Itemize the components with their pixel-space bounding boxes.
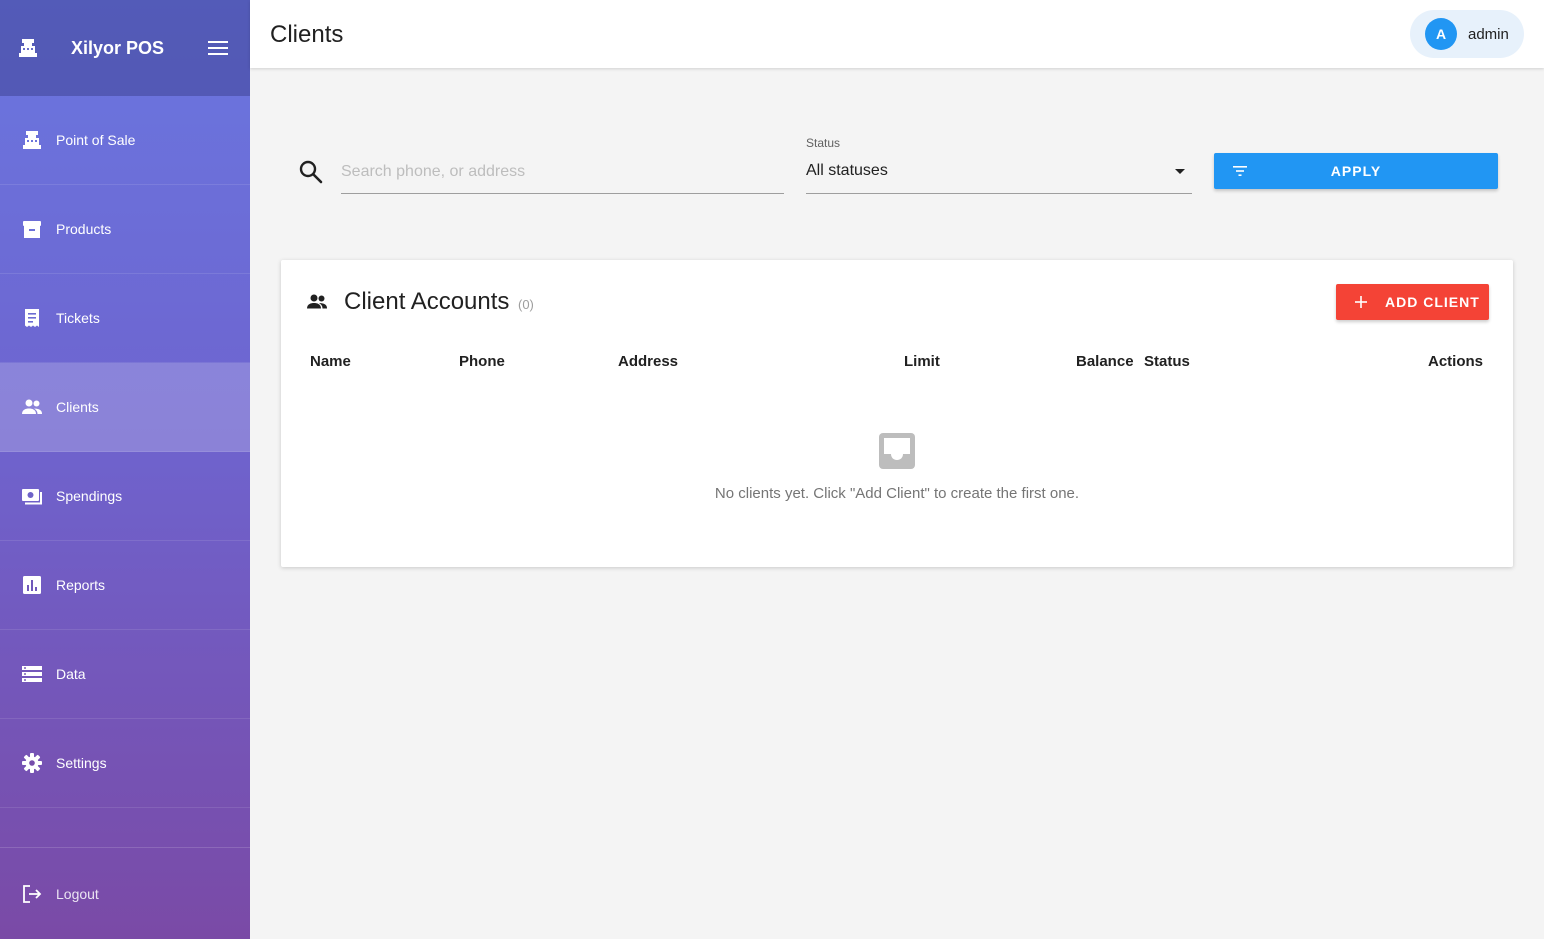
empty-state-message: No clients yet. Click "Add Client" to cr… <box>714 485 1080 502</box>
cash-register-icon <box>23 131 41 149</box>
card-title: Client Accounts <box>344 288 510 315</box>
search-field <box>341 150 784 194</box>
inbox-icon <box>879 433 915 469</box>
top-bar: Clients A admin <box>250 0 1544 68</box>
search-input[interactable] <box>341 150 784 192</box>
sidebar: Xilyor POS Point of Sale Products Ticket… <box>0 0 250 939</box>
sidebar-item-label: Tickets <box>56 310 100 326</box>
people-icon <box>22 399 42 414</box>
column-header-status[interactable]: Status <box>1144 353 1190 370</box>
gear-icon <box>22 753 42 773</box>
bar-chart-icon <box>23 576 41 594</box>
logout-label: Logout <box>56 885 99 902</box>
sidebar-item-settings[interactable]: Settings <box>0 719 250 808</box>
status-filter-select[interactable]: Status All statuses <box>806 134 1192 194</box>
filter-icon <box>1233 166 1247 176</box>
sidebar-item-label: Clients <box>56 399 99 415</box>
archive-box-icon <box>23 221 41 238</box>
sidebar-item-spendings[interactable]: Spendings <box>0 452 250 541</box>
sidebar-item-tickets[interactable]: Tickets <box>0 274 250 363</box>
people-icon <box>307 294 327 309</box>
page-title: Clients <box>270 21 344 48</box>
client-accounts-card: Client Accounts (0) ADD CLIENT Name Phon… <box>281 260 1513 567</box>
storage-icon <box>22 666 42 682</box>
logout-icon <box>23 884 42 903</box>
search-icon <box>299 160 323 184</box>
column-header-limit[interactable]: Limit <box>904 353 940 370</box>
sidebar-item-label: Reports <box>56 577 106 593</box>
sidebar-item-point-of-sale[interactable]: Point of Sale <box>0 96 250 185</box>
receipt-icon <box>25 309 39 327</box>
apply-label: APPLY <box>1330 163 1382 179</box>
add-client-button[interactable]: ADD CLIENT <box>1336 284 1489 320</box>
apply-filters-button[interactable]: APPLY <box>1214 153 1498 189</box>
plus-icon <box>1355 296 1367 308</box>
status-filter-value: All statuses <box>806 162 888 179</box>
column-header-address[interactable]: Address <box>618 353 678 370</box>
sidebar-item-label: Products <box>56 221 112 237</box>
client-count: (0) <box>518 297 534 312</box>
sidebar-item-products[interactable]: Products <box>0 185 250 274</box>
money-icon <box>22 489 42 505</box>
add-client-label: ADD CLIENT <box>1385 294 1480 310</box>
logout-button[interactable]: Logout <box>0 847 250 939</box>
sidebar-item-label: Point of Sale <box>56 132 136 148</box>
column-header-actions: Actions <box>1428 353 1484 370</box>
user-menu[interactable]: A admin <box>1410 10 1524 58</box>
column-header-balance[interactable]: Balance <box>1076 353 1134 370</box>
sidebar-item-reports[interactable]: Reports <box>0 541 250 630</box>
cash-register-icon <box>19 39 37 57</box>
sidebar-item-label: Data <box>56 666 86 682</box>
column-header-phone[interactable]: Phone <box>459 353 505 370</box>
avatar: A <box>1425 18 1457 50</box>
sidebar-item-clients[interactable]: Clients <box>0 363 250 452</box>
sidebar-item-label: Settings <box>56 755 107 771</box>
sidebar-item-label: Spendings <box>56 488 123 504</box>
column-header-name[interactable]: Name <box>310 353 351 370</box>
sidebar-header: Xilyor POS <box>0 0 250 96</box>
status-filter-label: Status <box>806 136 841 150</box>
user-name: admin <box>1468 25 1509 43</box>
sidebar-item-data[interactable]: Data <box>0 630 250 719</box>
app-title: Xilyor POS <box>71 38 165 58</box>
menu-toggle-icon[interactable] <box>207 38 229 58</box>
dropdown-arrow-icon <box>1175 169 1185 174</box>
